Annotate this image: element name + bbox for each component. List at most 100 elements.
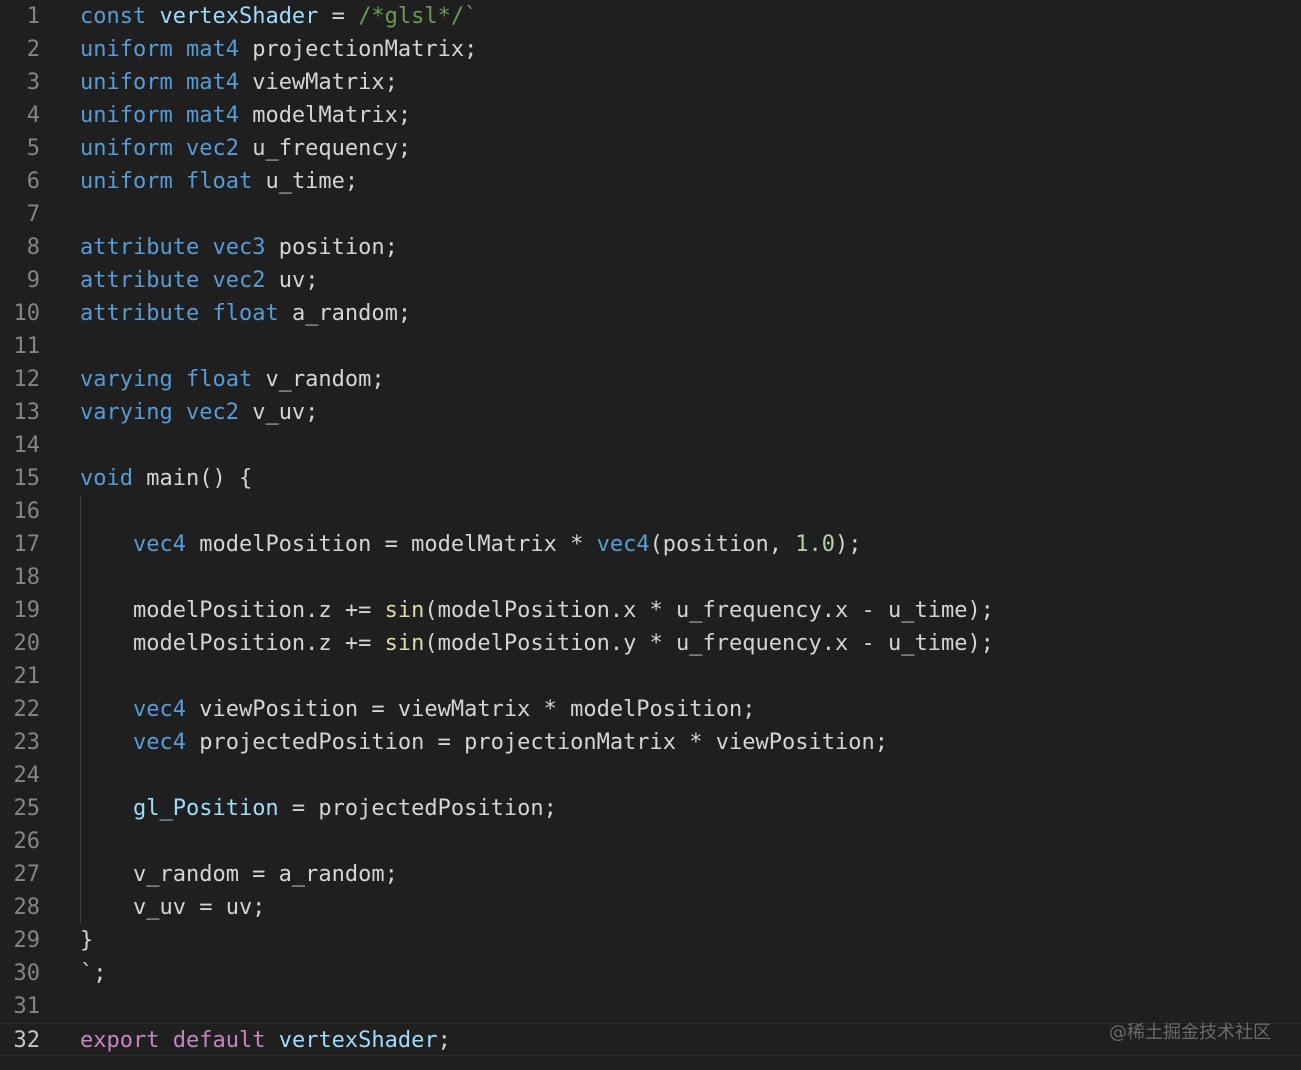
line-number: 4 (26, 103, 40, 128)
code-line[interactable]: 13 varying vec2 v_uv; (0, 396, 1301, 429)
code-line[interactable]: 22 vec4 viewPosition = viewMatrix * mode… (0, 693, 1301, 726)
code-text: uniform float u_time; (80, 165, 358, 198)
code-token: mat4 (185, 70, 239, 95)
code-token: float (185, 169, 253, 194)
line-number: 15 (13, 466, 41, 491)
code-line[interactable]: 23 vec4 projectedPosition = projectionMa… (0, 726, 1301, 759)
line-number: 18 (13, 565, 41, 590)
code-line[interactable]: 14 (0, 429, 1301, 462)
code-line[interactable]: 9 attribute vec2 uv; (0, 264, 1301, 297)
code-token: uniform (80, 103, 173, 128)
code-token: main() { (132, 466, 253, 491)
code-token: export (80, 1028, 160, 1053)
code-token: vec4 (132, 730, 186, 755)
code-line[interactable]: 15 void main() { (0, 462, 1301, 495)
code-line[interactable]: 31 (0, 990, 1301, 1023)
code-token: ); (835, 532, 862, 557)
code-token: uniform (80, 37, 173, 62)
code-token: attribute (80, 235, 200, 260)
line-number: 26 (13, 829, 41, 854)
code-token: sin (384, 598, 425, 623)
code-line[interactable]: 11 (0, 330, 1301, 363)
code-token: attribute (80, 301, 200, 326)
code-token: uniform (80, 169, 173, 194)
code-line[interactable]: 12 varying float v_random; (0, 363, 1301, 396)
code-token: v_uv = uv; (80, 895, 266, 920)
code-line[interactable]: 28 v_uv = uv; (0, 891, 1301, 924)
code-text: vec4 modelPosition = modelMatrix * vec4(… (80, 528, 862, 561)
code-text: attribute vec3 position; (80, 231, 398, 264)
code-token: position; (265, 235, 398, 260)
code-token: modelPosition = modelMatrix * (185, 532, 597, 557)
code-token: (position, (649, 532, 796, 557)
line-number: 25 (13, 796, 41, 821)
code-line[interactable]: 8 attribute vec3 position; (0, 231, 1301, 264)
code-token: uniform (80, 70, 173, 95)
code-token: vec2 (185, 400, 239, 425)
code-line[interactable]: 4 uniform mat4 modelMatrix; (0, 99, 1301, 132)
code-token: gl_Position (132, 796, 279, 821)
line-number: 7 (26, 202, 40, 227)
code-token: void (80, 466, 133, 491)
code-line[interactable]: 19 modelPosition.z += sin(modelPosition.… (0, 594, 1301, 627)
code-text: varying vec2 v_uv; (80, 396, 318, 429)
code-line[interactable]: 20 modelPosition.z += sin(modelPosition.… (0, 627, 1301, 660)
code-token: float (212, 301, 279, 326)
code-token: vec4 (132, 532, 186, 557)
code-line[interactable]: 25 gl_Position = projectedPosition; (0, 792, 1301, 825)
code-text: `; (80, 957, 107, 990)
code-line[interactable]: 6 uniform float u_time; (0, 165, 1301, 198)
code-line[interactable]: 10 attribute float a_random; (0, 297, 1301, 330)
line-number: 8 (26, 235, 40, 260)
code-token: = projectedPosition; (278, 796, 557, 821)
code-text: attribute vec2 uv; (80, 264, 318, 297)
code-token: (modelPosition.y * u_frequency.x - u_tim… (424, 631, 994, 656)
line-number: 31 (13, 994, 41, 1019)
line-number: 30 (13, 961, 41, 986)
code-line[interactable]: 1 const vertexShader = /*glsl*/` (0, 0, 1301, 33)
code-line[interactable]: 18 (0, 561, 1301, 594)
code-token: vertexShader (278, 1028, 438, 1053)
code-token: const (80, 4, 147, 29)
line-number: 3 (26, 70, 40, 95)
code-line[interactable]: 5 uniform vec2 u_frequency; (0, 132, 1301, 165)
code-text: uniform mat4 projectionMatrix; (80, 33, 477, 66)
code-token: `; (80, 961, 107, 986)
code-line[interactable]: 32 export default vertexShader; (0, 1023, 1301, 1056)
code-token: mat4 (185, 37, 239, 62)
code-line[interactable]: 16 (0, 495, 1301, 528)
code-line[interactable]: 2 uniform mat4 projectionMatrix; (0, 33, 1301, 66)
code-token: vec3 (212, 235, 266, 260)
line-number: 10 (13, 301, 41, 326)
code-token: 1.0 (795, 532, 836, 557)
code-token: vec2 (212, 268, 266, 293)
code-line[interactable]: 17 vec4 modelPosition = modelMatrix * ve… (0, 528, 1301, 561)
code-line[interactable]: 30 `; (0, 957, 1301, 990)
code-line[interactable]: 7 (0, 198, 1301, 231)
line-number: 5 (26, 136, 40, 161)
code-token: vec4 (132, 697, 186, 722)
line-number: 13 (13, 400, 41, 425)
code-line[interactable]: 26 (0, 825, 1301, 858)
code-token: modelMatrix; (238, 103, 412, 128)
code-token: v_random = a_random; (80, 862, 398, 887)
line-number: 16 (13, 499, 41, 524)
code-line[interactable]: 29} (0, 924, 1301, 957)
code-line[interactable]: 3 uniform mat4 viewMatrix; (0, 66, 1301, 99)
line-number: 24 (13, 763, 41, 788)
code-editor[interactable]: 1 const vertexShader = /*glsl*/` 2 uniform … (0, 0, 1301, 1070)
code-text: const vertexShader = /*glsl*/` (80, 0, 477, 33)
code-line[interactable]: 24 (0, 759, 1301, 792)
code-text: v_random = a_random; (80, 858, 398, 891)
code-line[interactable]: 21 (0, 660, 1301, 693)
code-line[interactable]: 27 v_random = a_random; (0, 858, 1301, 891)
code-text: vec4 projectedPosition = projectionMatri… (80, 726, 888, 759)
